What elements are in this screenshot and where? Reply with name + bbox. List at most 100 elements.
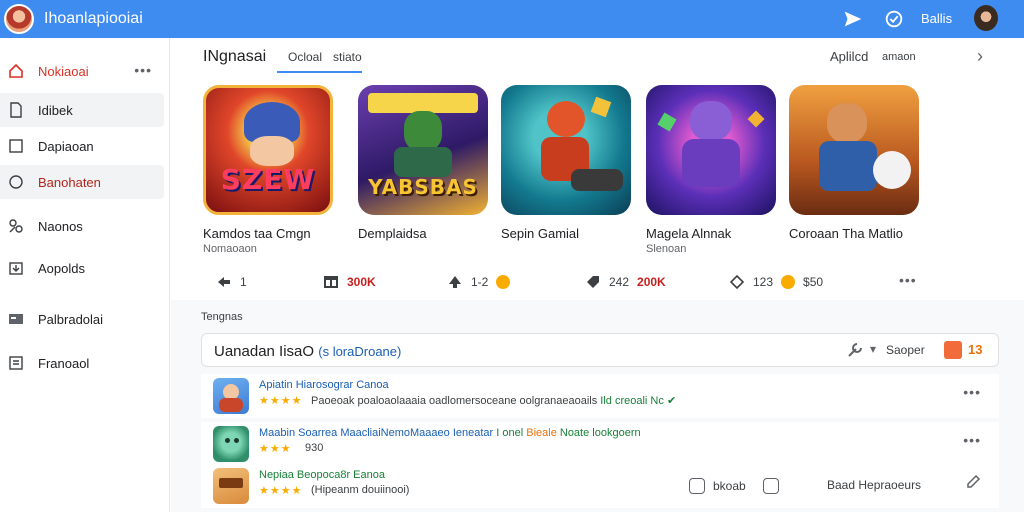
stat-value: 1 — [240, 275, 247, 289]
box-icon — [763, 478, 779, 494]
sidebar-item-palbradolai[interactable]: Palbradolai — [0, 302, 170, 336]
game-thumbnail[interactable] — [789, 85, 919, 215]
sidebar-item-label: Naonos — [38, 218, 83, 234]
tab-ocloal[interactable]: Ocloal — [288, 50, 322, 64]
action-link[interactable]: Baad Hepraoeurs — [827, 478, 921, 492]
send-icon[interactable] — [842, 8, 864, 30]
square-icon — [8, 138, 24, 154]
list-item-title[interactable]: Apiatin Hiarosograr Canoa — [259, 379, 389, 391]
dropdown-caret-icon[interactable]: ▾ — [870, 342, 876, 356]
more-icon[interactable]: ••• — [899, 272, 917, 288]
coin-icon — [496, 275, 511, 289]
tab-stiato[interactable]: stiato — [333, 50, 362, 64]
card-art-text: SZEW — [220, 163, 316, 196]
stat-value: 1-2 — [471, 275, 489, 289]
list-label: Tengnas — [201, 311, 243, 323]
sidebar-item-label: Aopolds — [38, 260, 85, 276]
result-count: 13 — [968, 342, 983, 357]
game-card[interactable]: YABSBAS Demplaidsa — [358, 85, 488, 241]
list-box-icon — [8, 355, 24, 371]
sidebar-item-label: Banohaten — [38, 174, 101, 190]
title-tail: Noate lookgoern — [559, 427, 641, 439]
card-name[interactable]: Coroaan Tha Matlio — [789, 226, 949, 241]
sidebar-item-home[interactable]: Nokiaoai ••• — [0, 54, 170, 88]
stat-item[interactable]: 123 $50 — [729, 274, 823, 290]
action-button[interactable] — [763, 478, 779, 494]
sidebar: Nokiaoai ••• Idibek Dapiaoan Banohaten N… — [0, 38, 170, 512]
search-tool-label[interactable]: Saoper — [886, 343, 925, 357]
more-icon[interactable]: ••• — [963, 384, 981, 400]
more-icon[interactable]: ••• — [134, 62, 152, 78]
sidebar-item-idibek[interactable]: Idibek — [0, 93, 164, 127]
link-amaon[interactable]: amaon — [882, 51, 916, 63]
game-thumbnail[interactable] — [646, 85, 776, 215]
title-highlight: I onel — [496, 427, 524, 439]
character-head-shape — [690, 101, 732, 141]
list-item-title[interactable]: Nepiaa Beopoca8r Eanoa — [259, 469, 385, 481]
stat-item[interactable]: 300K — [323, 274, 376, 290]
list-item-description: (Hipeanm douiinooi) — [311, 484, 410, 496]
filter-badge-icon[interactable] — [944, 341, 962, 359]
check-circle-icon[interactable] — [883, 8, 905, 30]
card-subtitle: Nomaoaon — [203, 243, 257, 255]
card-icon — [8, 311, 24, 327]
chevron-right-icon[interactable]: › — [977, 46, 983, 67]
coin-icon — [781, 275, 796, 289]
sidebar-item-label: Palbradolai — [38, 311, 104, 327]
description-text: Paoeoak poaloaolaaaia oadlomersoceane oo… — [311, 395, 598, 407]
sidebar-item-label: Franoaol — [38, 355, 90, 371]
action-button[interactable]: bkoab — [689, 478, 746, 494]
game-thumbnail[interactable] — [501, 85, 631, 215]
box-icon — [689, 478, 705, 494]
sidebar-item-label: Nokiaoai — [38, 63, 89, 79]
stat-item[interactable]: 1-2 — [447, 274, 511, 290]
search-hint: (s loraDroane) — [318, 344, 402, 359]
character-head-shape — [827, 103, 867, 143]
card-name[interactable]: Sepin Gamial — [501, 226, 661, 241]
app-logo[interactable] — [4, 4, 34, 34]
game-card[interactable]: Magela Alnnak Slenoan — [646, 85, 776, 255]
stat-extra: $50 — [803, 275, 824, 289]
title-accent: Bieale — [526, 427, 557, 439]
wrench-icon[interactable] — [846, 341, 864, 359]
sidebar-item-aopolds[interactable]: Aopolds — [0, 251, 170, 285]
character-face-shape — [250, 136, 294, 166]
list-item[interactable]: Maabin Soarrea MaacliaiNemoMaaaeo Ieneat… — [201, 422, 999, 466]
game-thumbnail[interactable]: YABSBAS — [358, 85, 488, 215]
game-thumbnail[interactable]: SZEW — [203, 85, 333, 215]
edit-icon[interactable] — [965, 474, 981, 493]
character-body-shape — [394, 147, 452, 177]
list-item-thumbnail — [213, 426, 249, 462]
top-label[interactable]: Ballis — [921, 11, 952, 26]
search-input[interactable]: Uanadan IisaO (s loraDroane) — [214, 343, 401, 360]
game-card[interactable]: SZEW Kamdos taa Cmgn Nomaoaon — [203, 85, 333, 255]
card-name[interactable]: Kamdos taa Cmgn — [203, 226, 363, 241]
more-icon[interactable]: ••• — [963, 432, 981, 448]
user-avatar[interactable] — [974, 5, 998, 31]
list-item[interactable]: Apiatin Hiarosograr Canoa ★★★★ Paoeoak p… — [201, 374, 999, 418]
rating-stars: ★★★★ — [259, 395, 303, 407]
game-card[interactable]: Coroaan Tha Matlio — [789, 85, 919, 241]
link-aplilcd[interactable]: Aplilcd — [830, 49, 868, 64]
sidebar-item-dapiaoan[interactable]: Dapiaoan — [0, 129, 170, 163]
stat-value: 300K — [347, 275, 376, 289]
card-name[interactable]: Magela Alnnak — [646, 226, 806, 241]
sidebar-item-banohaten[interactable]: Banohaten — [0, 165, 164, 199]
stat-item[interactable]: 242 200K — [585, 274, 666, 290]
stat-value: 123 — [753, 275, 774, 289]
action-label: bkoab — [713, 479, 746, 493]
gem-shape — [747, 110, 765, 128]
list-item-title[interactable]: Maabin Soarrea MaacliaiNemoMaaaeo Ieneat… — [259, 427, 641, 439]
card-name[interactable]: Demplaidsa — [358, 226, 518, 241]
active-tab-indicator — [277, 71, 362, 73]
sidebar-item-naonos[interactable]: Naonos — [0, 209, 170, 243]
main-content: INgnasai Ocloal stiato Aplilcd amaon › S… — [171, 38, 1024, 512]
sidebar-item-label: Dapiaoan — [38, 138, 94, 154]
stat-item[interactable]: 1 — [216, 274, 247, 290]
search-bar[interactable]: Uanadan IisaO (s loraDroane) ▾ Saoper 13 — [201, 333, 999, 367]
sidebar-item-franoaol[interactable]: Franoaol — [0, 346, 170, 380]
game-card[interactable]: Sepin Gamial — [501, 85, 631, 241]
list-item[interactable]: Nepiaa Beopoca8r Eanoa ★★★★ (Hipeanm dou… — [201, 464, 999, 508]
gem-shape — [657, 112, 677, 132]
title-banner-shape — [368, 93, 478, 113]
